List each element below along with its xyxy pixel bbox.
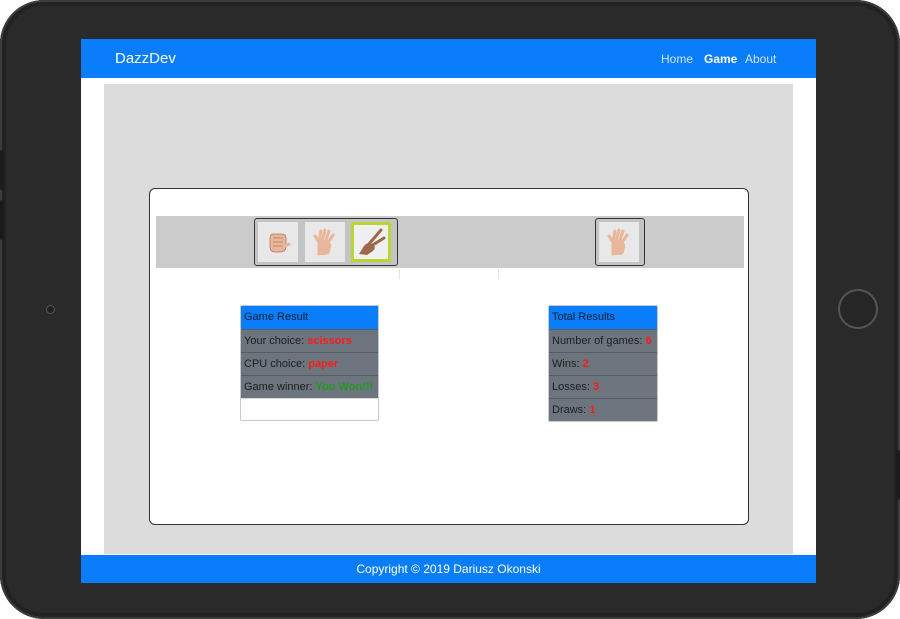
- paper-hand-icon: [607, 228, 629, 256]
- home-button: [838, 289, 878, 329]
- navbar: DazzDev Home Game About: [81, 39, 816, 78]
- volume-button: [0, 200, 4, 240]
- divider: [399, 269, 499, 279]
- volume-button: [0, 150, 4, 190]
- paper-button[interactable]: [305, 222, 345, 262]
- losses-label: Losses:: [552, 381, 593, 393]
- game-result-panel: Game Result Your choice: scissors CPU ch…: [240, 305, 379, 421]
- total-results-header: Total Results: [549, 306, 657, 329]
- scissors-button[interactable]: [351, 222, 391, 262]
- winner-label: Game winner:: [244, 381, 316, 393]
- game-result-header: Game Result: [241, 306, 378, 329]
- tablet-frame: DazzDev Home Game About Game Result Your…: [0, 0, 900, 619]
- game-card: Game Result Your choice: scissors CPU ch…: [149, 188, 749, 525]
- draws-row: Draws: 1: [549, 398, 657, 421]
- nav-about-link[interactable]: About: [745, 52, 776, 66]
- browser-screen: DazzDev Home Game About Game Result Your…: [81, 39, 816, 583]
- nav-game-link[interactable]: Game: [704, 52, 737, 66]
- total-results-panel: Total Results Number of games: 6 Wins: 2…: [548, 305, 658, 422]
- wins-row: Wins: 2: [549, 352, 657, 375]
- games-value: 6: [645, 335, 652, 347]
- winner-row: Game winner: You Won!!!: [241, 375, 378, 398]
- rock-button[interactable]: [258, 222, 298, 262]
- games-row: Number of games: 6: [549, 329, 657, 352]
- paper-hand-icon: [313, 228, 335, 256]
- player-choice-group: [254, 218, 398, 266]
- nav-home-link[interactable]: Home: [661, 52, 693, 66]
- draws-label: Draws:: [552, 404, 590, 416]
- copyright-text: Copyright © 2019 Dariusz Okonski: [356, 562, 541, 576]
- choice-bar: [156, 216, 744, 268]
- games-label: Number of games:: [552, 335, 646, 347]
- cpu-paper-display: [599, 222, 639, 262]
- your-choice-label: Your choice:: [244, 335, 308, 347]
- footer: Copyright © 2019 Dariusz Okonski: [81, 555, 816, 583]
- your-choice-value: scissors: [307, 335, 352, 347]
- wins-value: 2: [582, 358, 589, 370]
- losses-value: 3: [592, 381, 600, 393]
- scissors-hand-icon: [359, 228, 386, 255]
- cpu-choice-label: CPU choice:: [244, 358, 309, 370]
- wins-label: Wins:: [552, 358, 583, 370]
- rock-hand-icon: [269, 233, 291, 253]
- losses-row: Losses: 3: [549, 375, 657, 398]
- result-blank-row: [241, 398, 378, 420]
- brand-logo[interactable]: DazzDev: [115, 50, 176, 67]
- draws-value: 1: [589, 404, 596, 416]
- your-choice-row: Your choice: scissors: [241, 329, 378, 352]
- cpu-choice-value: paper: [308, 358, 339, 370]
- camera-icon: [46, 305, 55, 314]
- power-button: [896, 450, 900, 500]
- cpu-choice-row: CPU choice: paper: [241, 352, 378, 375]
- winner-value: You Won!!!: [315, 381, 374, 393]
- cpu-choice-group: [595, 218, 645, 266]
